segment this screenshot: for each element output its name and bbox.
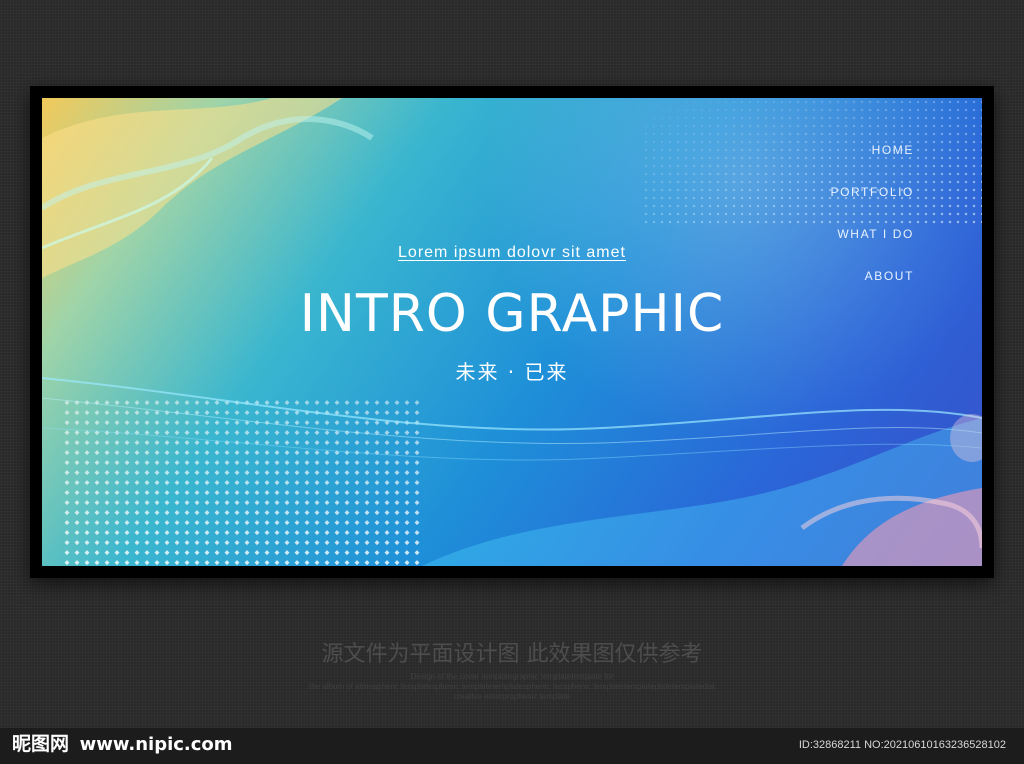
banner-tagline: 未来 · 已来 [455,360,569,384]
nav-home-link[interactable]: HOME [872,142,914,159]
fine-print: Design of the cover templategraphic temp… [0,672,1024,702]
banner-subtitle-link[interactable]: Lorem ipsum dolovr sit amet [42,244,982,262]
site-url: www.nipic.com [79,734,233,755]
site-logo[interactable]: 昵图网 www.nipic.com [12,729,233,756]
banner-title: INTRO GRAPHIC [299,284,725,344]
preview-caption: 源文件为平面设计图 此效果图仅供参考 [321,642,703,667]
main-nav: HOME PORTFOLIO WHAT I DO ABOUT [830,142,914,285]
intro-banner: HOME PORTFOLIO WHAT I DO ABOUT Lorem ips… [42,98,982,566]
fine-print-line: Design of the cover templategraphic temp… [410,672,614,681]
fine-print-line: the album of atmospheric templatesphenic… [308,682,715,691]
nav-what-i-do-link[interactable]: WHAT I DO [837,226,914,243]
nav-about-link[interactable]: ABOUT [865,268,914,285]
nav-portfolio-link[interactable]: PORTFOLIO [830,184,914,201]
image-id-label: ID:32868211 NO:20210610163236528102 [798,739,1006,751]
logo-text: 昵图网 [12,733,70,755]
fine-print-line: creative enterprophenic template [453,692,571,701]
